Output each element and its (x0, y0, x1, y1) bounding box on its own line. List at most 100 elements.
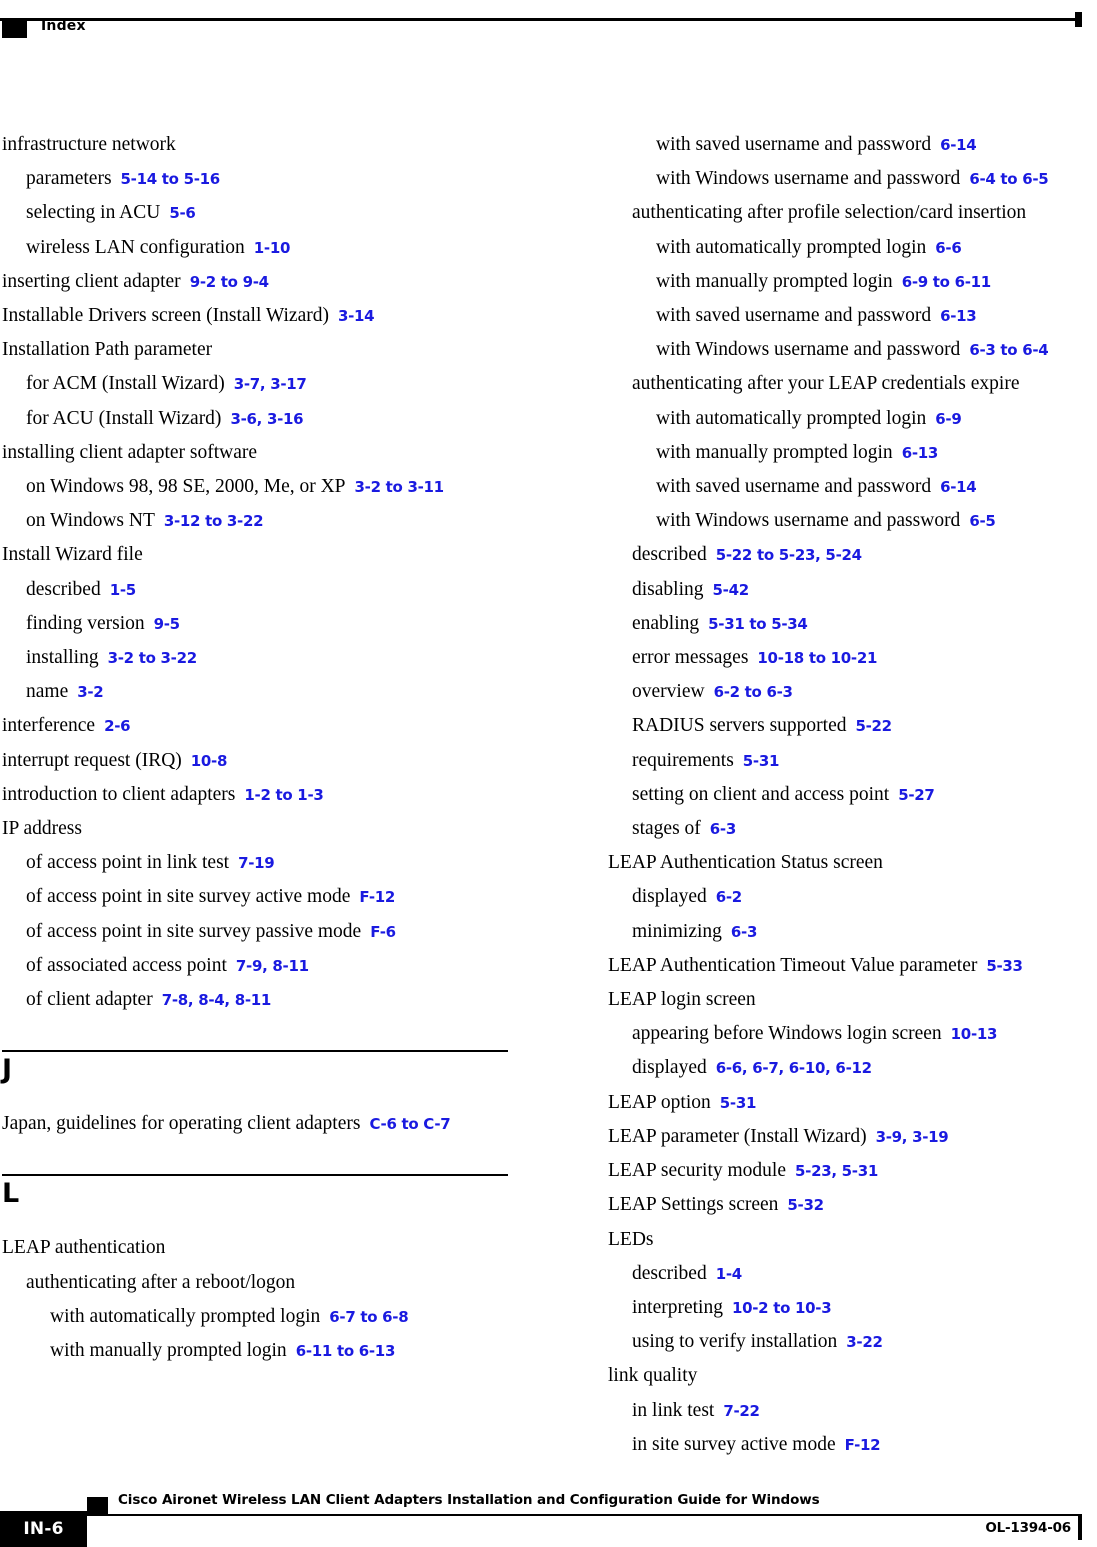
index-entry-page-reference[interactable]: 5-32 (787, 1196, 824, 1214)
index-entry-page-reference[interactable]: 5-42 (713, 581, 750, 599)
index-entry-page-reference[interactable]: F-6 (370, 923, 396, 941)
index-entry-label: enabling (632, 612, 700, 634)
index-entry-page-reference[interactable]: 5-23, 5-31 (795, 1162, 878, 1180)
index-entry-label: selecting in ACU (26, 202, 161, 224)
index-entry-list-left: infrastructure network parameters 5-14 to … (2, 128, 522, 1017)
index-entry-label: LEAP login screen (608, 989, 756, 1011)
index-entry: RADIUS servers supported 5-22 (608, 709, 1097, 743)
index-entry-page-reference[interactable]: 3-22 (846, 1333, 883, 1351)
index-entry-page-reference[interactable]: 3-9, 3-19 (876, 1128, 949, 1146)
index-entry-page-reference[interactable]: 3-2 to 3-22 (108, 649, 198, 667)
index-entry: interference 2-6 (2, 709, 522, 743)
index-entry-label: on Windows 98, 98 SE, 2000, Me, or XP (26, 476, 346, 498)
index-entry-page-reference[interactable]: 9-2 to 9-4 (190, 273, 269, 291)
index-entry: authenticating after your LEAP credentia… (608, 367, 1097, 401)
index-entry-page-reference[interactable]: 1-5 (110, 581, 137, 599)
index-entry-page-reference[interactable]: 2-6 (104, 717, 131, 735)
index-entry-page-reference[interactable]: 3-12 to 3-22 (164, 512, 264, 530)
index-entry-page-reference[interactable]: 3-6, 3-16 (230, 410, 303, 428)
index-entry-page-reference[interactable]: 3-2 (77, 683, 104, 701)
index-entry-label: with Windows username and password (656, 510, 961, 532)
index-entry-page-reference[interactable]: 5-14 to 5-16 (121, 170, 221, 188)
index-entry: with automatically prompted login 6-9 (608, 402, 1097, 436)
index-entry-label: installing client adapter software (2, 441, 258, 463)
letter-section: L LEAP authentication authenticating after… (2, 1174, 522, 1368)
index-entry-page-reference[interactable]: 7-9, 8-11 (236, 957, 309, 975)
index-entry-page-reference[interactable]: 3-2 to 3-11 (355, 478, 445, 496)
index-entry-page-reference[interactable]: 6-7 to 6-8 (329, 1308, 408, 1326)
index-entry-label: with manually prompted login (50, 1340, 287, 1362)
index-entry-page-reference[interactable]: F-12 (359, 888, 395, 906)
index-entry-page-reference[interactable]: 10-18 to 10-21 (757, 649, 877, 667)
index-entry-page-reference[interactable]: 9-5 (154, 615, 181, 633)
index-entry-page-reference[interactable]: F-12 (845, 1436, 881, 1454)
index-entry-page-reference[interactable]: 3-14 (338, 307, 375, 325)
index-entry-page-reference[interactable]: 1-10 (254, 239, 291, 257)
index-entry: IP address (2, 812, 522, 846)
index-entry-page-reference[interactable]: 6-3 (710, 820, 737, 838)
index-entry-page-reference[interactable]: 6-4 to 6-5 (969, 170, 1048, 188)
index-entry-page-reference[interactable]: 6-5 (969, 512, 996, 530)
index-entry-label: described (632, 1262, 707, 1284)
index-entry-page-reference[interactable]: 6-2 (716, 888, 743, 906)
index-entry-label: of access point in site survey active mo… (26, 886, 351, 908)
index-entry: disabling 5-42 (608, 573, 1097, 607)
index-entry-label: LEAP Settings screen (608, 1194, 779, 1216)
index-entry-label: finding version (26, 612, 145, 634)
index-entry: for ACU (Install Wizard) 3-6, 3-16 (2, 402, 522, 436)
index-entry-label: LEAP security module (608, 1160, 786, 1182)
index-entry-label: wireless LAN configuration (26, 236, 245, 258)
index-entry-page-reference[interactable]: 5-31 (720, 1094, 757, 1112)
index-entry: authenticating after profile selection/c… (608, 196, 1097, 230)
index-entry-page-reference[interactable]: 7-22 (723, 1402, 760, 1420)
index-entry-page-reference[interactable]: 5-27 (898, 786, 935, 804)
index-entry-page-reference[interactable]: 6-9 to 6-11 (902, 273, 992, 291)
index-entry-page-reference[interactable]: 3-7, 3-17 (234, 375, 307, 393)
index-entry-page-reference[interactable]: 5-33 (986, 957, 1023, 975)
index-entry-page-reference[interactable]: 6-14 (940, 136, 977, 154)
letter-section-rule (2, 1050, 508, 1053)
index-entry-page-reference[interactable]: 6-13 (940, 307, 977, 325)
index-entry-label: for ACM (Install Wizard) (26, 373, 225, 395)
index-entry-page-reference[interactable]: 6-11 to 6-13 (296, 1342, 396, 1360)
index-entry-page-reference[interactable]: 1-4 (716, 1265, 743, 1283)
letter-section-rule (2, 1174, 508, 1177)
index-entry-label: minimizing (632, 920, 722, 942)
index-entry: LEAP Settings screen 5-32 (608, 1188, 1097, 1222)
index-entry: requirements 5-31 (608, 744, 1097, 778)
index-entry: described 1-5 (2, 573, 522, 607)
index-entry: using to verify installation 3-22 (608, 1325, 1097, 1359)
index-entry-page-reference[interactable]: 10-2 to 10-3 (732, 1299, 832, 1317)
index-entry-page-reference[interactable]: 6-14 (940, 478, 977, 496)
index-entry-page-reference[interactable]: C-6 to C-7 (369, 1115, 450, 1133)
index-entry-page-reference[interactable]: 10-8 (191, 752, 228, 770)
index-entry-list-right: with saved username and password 6-14 with… (608, 128, 1097, 1462)
index-entry-page-reference[interactable]: 5-22 to 5-23, 5-24 (716, 546, 862, 564)
index-entry-label: of client adapter (26, 989, 153, 1011)
index-entry-page-reference[interactable]: 6-13 (902, 444, 939, 462)
index-entry-page-reference[interactable]: 5-6 (169, 204, 196, 222)
index-entry-page-reference[interactable]: 6-3 (731, 923, 758, 941)
index-entry-page-reference[interactable]: 5-31 (743, 752, 780, 770)
index-entry-label: authenticating after a reboot/logon (26, 1271, 296, 1293)
footer-rule (87, 1514, 1082, 1516)
index-entry: LEAP Authentication Timeout Value parame… (608, 949, 1097, 983)
index-entry-page-reference[interactable]: 5-31 to 5-34 (708, 615, 808, 633)
index-entry-page-reference[interactable]: 5-22 (855, 717, 892, 735)
index-entry-page-reference[interactable]: 1-2 to 1-3 (244, 786, 323, 804)
index-entry-page-reference[interactable]: 10-13 (951, 1025, 998, 1043)
index-entry: authenticating after a reboot/logon (2, 1266, 522, 1300)
index-entry-page-reference[interactable]: 6-2 to 6-3 (714, 683, 793, 701)
index-entry-page-reference[interactable]: 7-8, 8-4, 8-11 (162, 991, 272, 1009)
index-entry-page-reference[interactable]: 6-3 to 6-4 (969, 341, 1048, 359)
index-entry-page-reference[interactable]: 6-9 (935, 410, 962, 428)
index-entry-label: with saved username and password (656, 305, 932, 327)
index-entry-label: Installation Path parameter (2, 339, 213, 361)
index-entry-page-reference[interactable]: 6-6, 6-7, 6-10, 6-12 (716, 1059, 872, 1077)
index-entry: with automatically prompted login 6-7 to … (2, 1300, 522, 1334)
index-entry-label: with automatically prompted login (656, 407, 927, 429)
index-entry-label: with Windows username and password (656, 168, 961, 190)
index-entry-page-reference[interactable]: 7-19 (238, 854, 275, 872)
index-entry-page-reference[interactable]: 6-6 (935, 239, 962, 257)
index-entry: LEDs (608, 1223, 1097, 1257)
